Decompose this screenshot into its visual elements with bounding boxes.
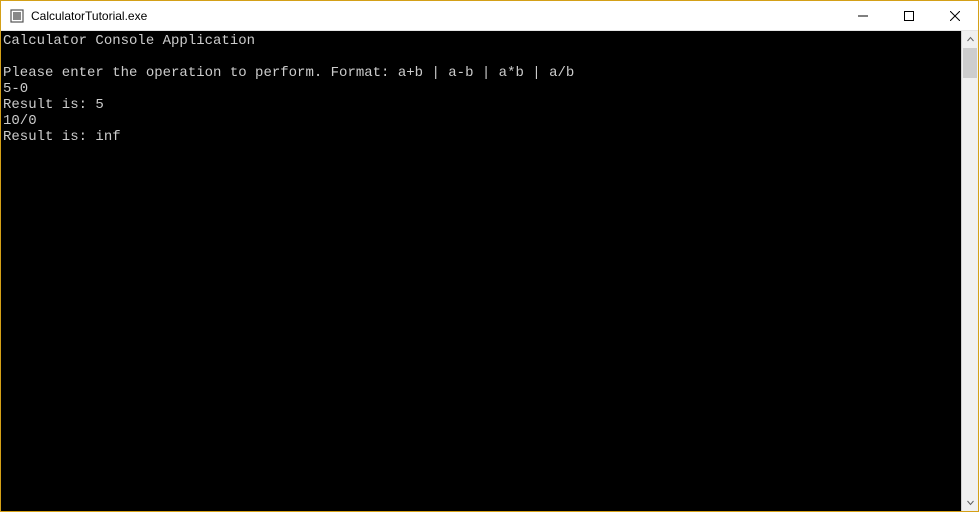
minimize-icon bbox=[858, 11, 868, 21]
maximize-icon bbox=[904, 11, 914, 21]
app-icon bbox=[9, 8, 25, 24]
scroll-track[interactable] bbox=[962, 48, 978, 494]
scroll-up-arrow[interactable] bbox=[962, 31, 978, 48]
scroll-down-arrow[interactable] bbox=[962, 494, 978, 511]
chevron-down-icon bbox=[967, 499, 974, 506]
titlebar[interactable]: CalculatorTutorial.exe bbox=[1, 1, 978, 31]
close-icon bbox=[950, 11, 960, 21]
close-button[interactable] bbox=[932, 1, 978, 30]
chevron-up-icon bbox=[967, 36, 974, 43]
minimize-button[interactable] bbox=[840, 1, 886, 30]
console-output[interactable]: Calculator Console Application Please en… bbox=[1, 31, 961, 511]
content-area: Calculator Console Application Please en… bbox=[1, 31, 978, 511]
window-title: CalculatorTutorial.exe bbox=[31, 9, 840, 23]
application-window: CalculatorTutorial.exe Calculator Consol bbox=[0, 0, 979, 512]
scroll-thumb[interactable] bbox=[963, 48, 977, 78]
window-controls bbox=[840, 1, 978, 30]
vertical-scrollbar[interactable] bbox=[961, 31, 978, 511]
maximize-button[interactable] bbox=[886, 1, 932, 30]
